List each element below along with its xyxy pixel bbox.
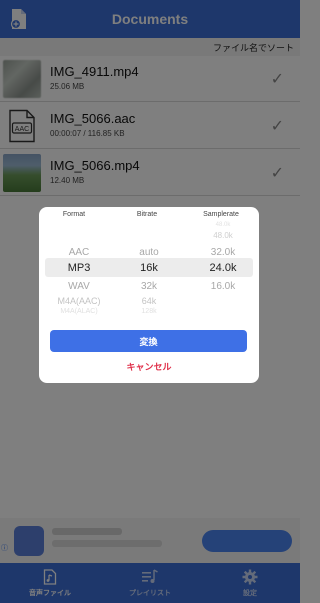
cancel-button[interactable]: キャンセル [99,360,199,376]
bitrate-option[interactable]: 32k [119,281,179,292]
format-option-selected[interactable]: MP3 [49,262,109,274]
samplerate-option[interactable]: 48.0k [193,231,253,240]
bitrate-column-header: Bitrate [136,211,158,218]
samplerate-option[interactable]: 48.0k [193,222,253,228]
format-option[interactable]: WAV [49,281,109,292]
format-option[interactable]: M4A(AAC) [49,296,109,306]
format-option[interactable]: M4A(ALAC) [49,308,109,315]
bitrate-option[interactable]: 128k [119,308,179,315]
format-option[interactable]: AAC [49,247,109,258]
bitrate-option[interactable]: 64k [119,296,179,306]
convert-dialog: Format Bitrate Samplerate AAC MP3 WAV M4… [39,207,259,383]
bitrate-option[interactable]: auto [119,247,179,258]
samplerate-option[interactable]: 16.0k [193,281,253,292]
bitrate-option-selected[interactable]: 16k [119,262,179,274]
samplerate-option[interactable]: 32.0k [193,247,253,258]
samplerate-option-selected[interactable]: 24.0k [193,262,253,274]
convert-button[interactable]: 変換 [50,330,247,352]
format-column-header: Format [62,211,86,218]
samplerate-column-header: Samplerate [203,211,239,218]
